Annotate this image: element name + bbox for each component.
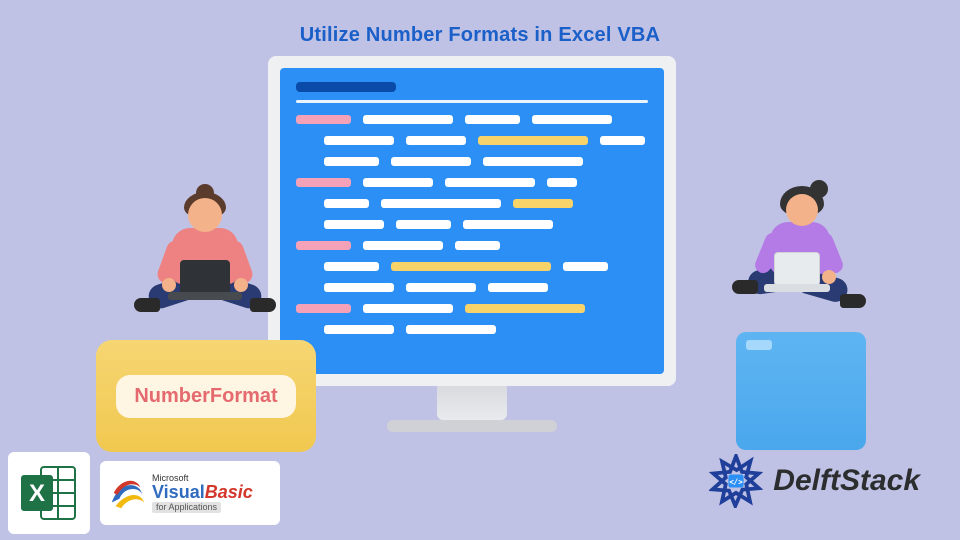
code-line: [324, 136, 648, 145]
visual-basic-logo: Microsoft VisualBasic for Applications: [100, 461, 280, 525]
code-monitor: [268, 56, 676, 432]
code-line: [296, 178, 648, 187]
code-line: [296, 115, 648, 124]
bottom-left-logos: X Microsoft VisualBasic for Applications: [8, 452, 280, 534]
vb-forapps-text: for Applications: [152, 502, 221, 513]
code-screen: [280, 68, 664, 374]
yellow-block: NumberFormat: [96, 340, 316, 452]
delftstack-icon: </>: [709, 454, 763, 508]
code-line: [324, 199, 648, 208]
svg-text:</>: </>: [729, 477, 743, 486]
code-line: [324, 325, 648, 334]
vb-visual-text: Visual: [152, 482, 205, 502]
laptop-icon: [180, 260, 230, 296]
monitor-stand: [437, 386, 507, 420]
right-illustration: [702, 190, 872, 450]
delftstack-logo: </> DelftStack: [709, 454, 920, 508]
code-lines: [296, 115, 648, 334]
code-line: [296, 241, 648, 250]
person-left: [132, 194, 282, 344]
excel-logo: X: [8, 452, 90, 534]
window-titlebar: [296, 82, 396, 92]
code-line: [324, 157, 648, 166]
numberformat-label: NumberFormat: [116, 375, 295, 418]
laptop-icon: [774, 252, 820, 286]
excel-x-icon: X: [29, 480, 45, 507]
vb-basic-text: Basic: [205, 482, 253, 502]
code-line: [324, 220, 648, 229]
monitor-base: [387, 420, 557, 432]
vb-swoosh-icon: [108, 474, 146, 512]
left-illustration: NumberFormat: [96, 172, 316, 452]
delftstack-text: DelftStack: [773, 464, 920, 498]
page-title: Utilize Number Formats in Excel VBA: [0, 24, 960, 47]
blue-cube: [736, 332, 866, 450]
window-separator: [296, 100, 648, 103]
code-line: [324, 262, 648, 271]
person-right: [722, 188, 872, 338]
code-line: [296, 304, 648, 313]
monitor-bezel: [268, 56, 676, 386]
code-line: [324, 283, 648, 292]
